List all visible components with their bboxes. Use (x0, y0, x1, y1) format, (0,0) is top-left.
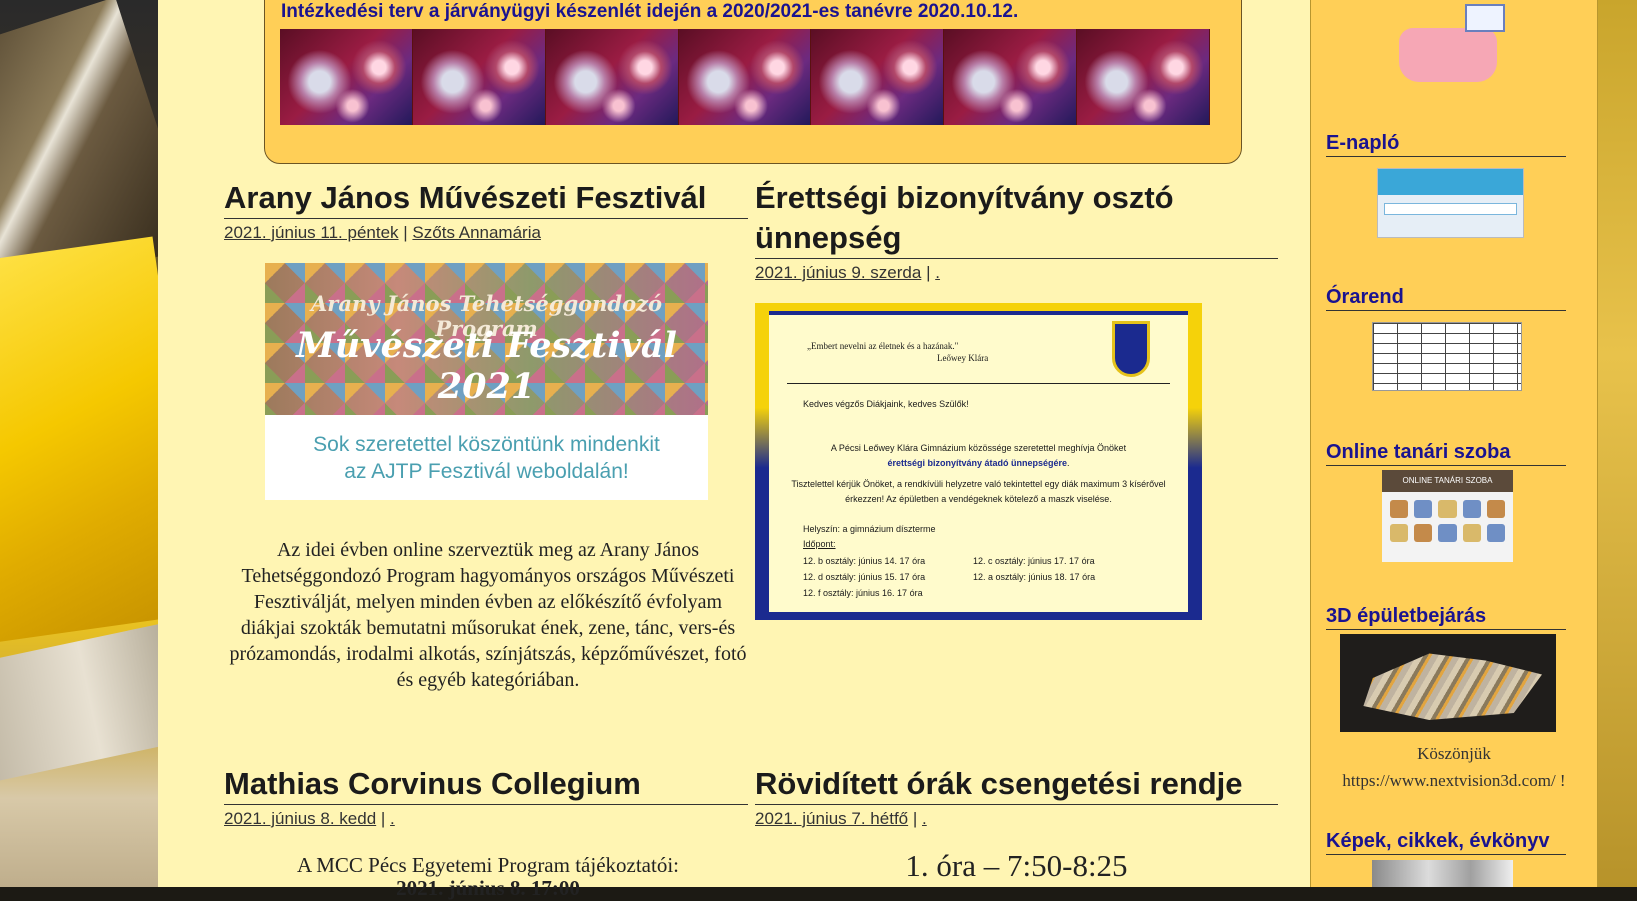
virus-tile (944, 29, 1078, 125)
schedule-item: 12. b osztály: június 14. 17 óra (803, 556, 926, 566)
post-title[interactable]: Rövidített órák csengetési rendje (755, 764, 1278, 805)
sidebar-title-pictures[interactable]: Képek, cikkek, évkönyv (1326, 828, 1566, 855)
pictures-thumbnail[interactable] (1372, 860, 1513, 887)
post-title[interactable]: Arany János Művészeti Fesztivál (224, 178, 748, 219)
post-title[interactable]: Mathias Corvinus Collegium (224, 764, 748, 805)
invitation-location: Helyszín: a gimnázium díszterme (803, 524, 936, 534)
invitation-paragraph-1: A Pécsi Leőwey Klára Gimnázium közössége… (830, 443, 1127, 468)
background-book (0, 618, 158, 782)
festival-banner-line3: Sok szeretettel köszöntünk mindenkit (313, 433, 660, 456)
post-author-link[interactable]: . (922, 809, 927, 828)
3d-building-model (1363, 653, 1542, 720)
invitation-schedule: 12. b osztály: június 14. 17 óra 12. c o… (803, 556, 1143, 598)
enaplo-thumbnail[interactable] (1377, 168, 1524, 238)
post-author-link[interactable]: . (390, 809, 395, 828)
app-icon (1414, 524, 1433, 542)
invitation-greeting: Kedves végzős Diákjaink, kedves Szülők! (803, 399, 969, 409)
app-icon (1462, 500, 1481, 518)
app-icon (1486, 524, 1505, 542)
app-icon (1390, 524, 1409, 542)
post-meta: 2021. június 9. szerda | . (755, 263, 940, 282)
sidebar-title-enaplo[interactable]: E-napló (1326, 130, 1566, 157)
enaplo-login-field (1384, 203, 1517, 215)
covid-plan-link[interactable]: Intézkedési terv a járványügyi készenlét… (281, 1, 1018, 23)
school-crest-icon (1112, 321, 1150, 377)
3d-tour-thumbnail[interactable] (1340, 634, 1556, 732)
sidebar-title-online-staffroom[interactable]: Online tanári szoba (1326, 439, 1566, 466)
post-date-link[interactable]: 2021. június 11. péntek (224, 223, 399, 242)
graduation-invitation-image[interactable]: „Embert nevelni az életnek és a hazának.… (755, 303, 1202, 620)
virus-tile (678, 29, 812, 125)
virus-tile (545, 29, 679, 125)
virus-banner-image[interactable] (280, 29, 1211, 125)
app-icon (1438, 500, 1457, 518)
thanks-url: https://www.nextvision3d.com/ ! (1342, 771, 1566, 790)
schedule-item: 12. d osztály: június 15. 17 óra (803, 572, 926, 582)
bell-schedule-line: 1. óra – 7:50-8:25 (905, 848, 1128, 883)
post-author-link[interactable]: Szőts Annamária (412, 223, 541, 242)
post-body-date: 2021. június 8. 17:00 (396, 876, 580, 900)
online-staffroom-header: ONLINE TANÁRI SZOBA (1382, 470, 1513, 492)
online-staffroom-icons (1382, 492, 1513, 550)
festival-banner-pattern: Arany János Tehetséggondozó Program Művé… (265, 263, 708, 415)
festival-banner-image[interactable]: Arany János Tehetséggondozó Program Művé… (265, 263, 708, 500)
sidebar: E-napló Órarend Online tanári szoba ONLI… (1310, 0, 1598, 887)
contact-phone-icon[interactable] (1391, 0, 1511, 86)
sidebar-title-orarend[interactable]: Órarend (1326, 284, 1566, 311)
virus-tile (811, 29, 945, 125)
post-meta: 2021. június 11. péntek | Szőts Annamári… (224, 223, 541, 242)
invitation-divider (787, 383, 1170, 384)
timetable-thumbnail[interactable] (1372, 322, 1522, 391)
festival-banner-welcome: Sok szeretettel köszöntünk mindenkit az … (265, 415, 708, 500)
invitation-signature: Leőwey Klára (937, 353, 989, 363)
background-books-image (0, 0, 158, 887)
post-festival: Arany János Művészeti Fesztivál 2021. jú… (224, 178, 748, 243)
enaplo-header-bar (1378, 169, 1523, 195)
post-meta: 2021. június 8. kedd | . (224, 809, 395, 828)
virus-tile (280, 29, 413, 125)
app-icon (1438, 524, 1457, 542)
post-author-link[interactable]: . (935, 263, 940, 282)
invitation-p1-text: A Pécsi Leőwey Klára Gimnázium közössége… (830, 443, 1127, 453)
background-right-edge (1596, 0, 1637, 887)
post-mcc: Mathias Corvinus Collegium 2021. június … (224, 764, 748, 829)
covid-notice-box: Intézkedési terv a járványügyi készenlét… (264, 0, 1242, 164)
background-book (0, 236, 158, 644)
post-date-link[interactable]: 2021. június 9. szerda (755, 263, 921, 282)
app-icon (1390, 500, 1409, 518)
sidebar-title-3d-tour[interactable]: 3D épületbejárás (1326, 603, 1566, 630)
post-date-link[interactable]: 2021. június 7. hétfő (755, 809, 908, 828)
schedule-item: 12. c osztály: június 17. 17 óra (973, 556, 1095, 566)
invitation-paragraph-2: Tisztelettel kérjük Önöket, a rendkívüli… (791, 479, 1166, 504)
post-date-link[interactable]: 2021. június 8. kedd (224, 809, 376, 828)
festival-banner-line4: az AJTP Fesztivál weboldalán! (344, 460, 629, 483)
invitation-card: „Embert nevelni az életnek és a hazának.… (769, 311, 1188, 612)
invitation-quote: „Embert nevelni az életnek és a hazának.… (807, 341, 959, 351)
online-staffroom-thumbnail[interactable]: ONLINE TANÁRI SZOBA (1382, 470, 1513, 562)
invitation-top-bar (769, 311, 1188, 315)
post-title[interactable]: Érettségi bizonyítvány osztó ünnepség (755, 178, 1278, 259)
schedule-item: 12. a osztály: június 18. 17 óra (973, 572, 1096, 582)
invitation-p1-emphasis: érettségi bizonyítvány átadó ünnepségére (887, 458, 1068, 468)
app-icon (1462, 524, 1481, 542)
app-icon (1486, 500, 1505, 518)
schedule-item: 12. f osztály: június 16. 17 óra (803, 588, 923, 598)
post-body: Az idei évben online szerveztük meg az A… (229, 539, 747, 691)
thanks-text: Köszönjük (1417, 744, 1491, 763)
festival-banner-line2: Művészeti Fesztivál 2021 (296, 325, 677, 407)
post-graduation: Érettségi bizonyítvány osztó ünnepség 20… (755, 178, 1278, 283)
post-meta: 2021. június 7. hétfő | . (755, 809, 927, 828)
invitation-time-label: Időpont: (803, 539, 836, 549)
phone-body-shape (1399, 28, 1497, 82)
post-bell-schedule: Rövidített órák csengetési rendje 2021. … (755, 764, 1278, 829)
app-icon (1414, 500, 1433, 518)
post-body: A MCC Pécs Egyetemi Program tájékoztatói… (296, 853, 680, 877)
virus-tile (1077, 29, 1211, 125)
envelope-icon (1465, 4, 1505, 32)
virus-tile (412, 29, 546, 125)
